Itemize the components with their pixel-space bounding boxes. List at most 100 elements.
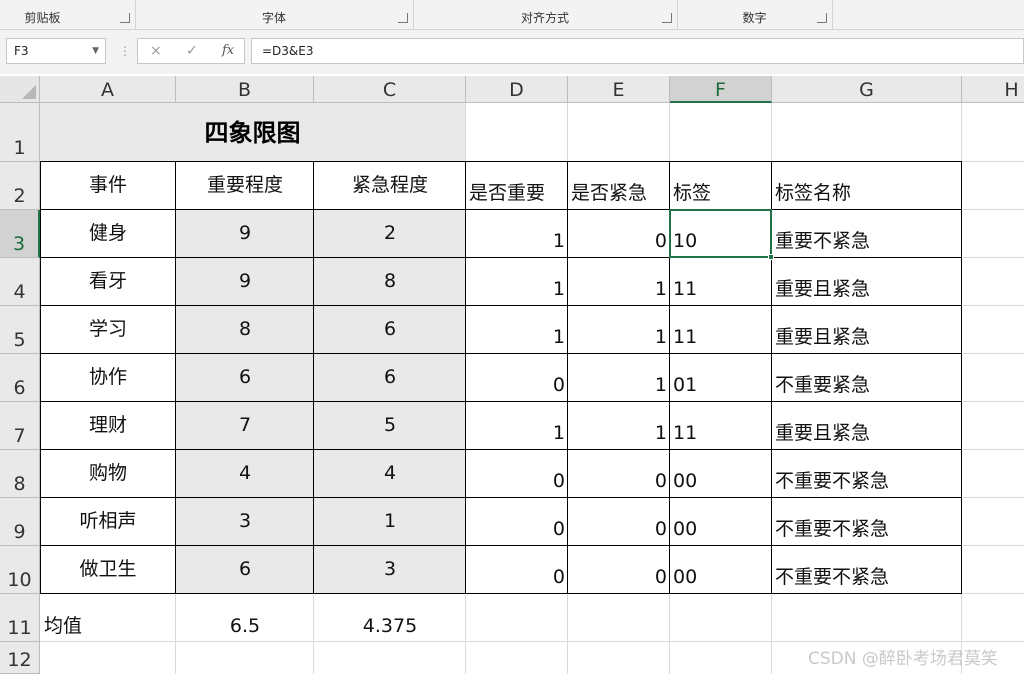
select-all-corner[interactable] <box>0 76 40 103</box>
cell-importance[interactable]: 7 <box>176 402 314 450</box>
cell-urgency[interactable]: 6 <box>314 306 466 354</box>
row-header-12[interactable]: 12 <box>0 642 40 674</box>
formula-bar-grip-icon[interactable]: ⋮ <box>119 44 131 58</box>
fill-handle[interactable] <box>768 254 774 260</box>
active-cell-selection[interactable] <box>669 209 772 258</box>
cell-is-urgent[interactable]: 1 <box>568 402 670 450</box>
cell-event[interactable]: 购物 <box>40 450 176 498</box>
cell-importance[interactable]: 9 <box>176 210 314 258</box>
cell-tag[interactable]: 11 <box>670 402 772 450</box>
cell-is-urgent[interactable]: 0 <box>568 210 670 258</box>
cell-is-important[interactable]: 0 <box>466 498 568 546</box>
cell-tag[interactable]: 01 <box>670 354 772 402</box>
cell-is-urgent[interactable]: 0 <box>568 546 670 594</box>
cell-tag-name[interactable]: 重要且紧急 <box>772 258 962 306</box>
header-tag[interactable]: 标签 <box>670 162 772 210</box>
cell-importance[interactable]: 9 <box>176 258 314 306</box>
cell-event[interactable]: 听相声 <box>40 498 176 546</box>
cell-is-urgent[interactable]: 0 <box>568 450 670 498</box>
cell-tag-name[interactable]: 不重要不紧急 <box>772 546 962 594</box>
cell-event[interactable]: 看牙 <box>40 258 176 306</box>
cell-is-urgent[interactable]: 0 <box>568 498 670 546</box>
cancel-icon[interactable]: × <box>150 39 162 63</box>
cell-is-important[interactable]: 1 <box>466 258 568 306</box>
header-tag-name[interactable]: 标签名称 <box>772 162 962 210</box>
average-urgency[interactable]: 4.375 <box>314 594 466 642</box>
sheet-title-cell[interactable]: 四象限图 <box>40 103 465 161</box>
cell-importance[interactable]: 3 <box>176 498 314 546</box>
name-box[interactable]: F3 ▼ <box>6 38 106 64</box>
insert-function-icon[interactable]: fx <box>222 39 234 63</box>
cell-urgency[interactable]: 4 <box>314 450 466 498</box>
dialog-launcher-icon[interactable] <box>662 13 672 23</box>
column-header-a[interactable]: A <box>40 76 176 103</box>
row-header-4[interactable]: 4 <box>0 258 40 306</box>
cell-urgency[interactable]: 5 <box>314 402 466 450</box>
cell-event[interactable]: 做卫生 <box>40 546 176 594</box>
column-header-f[interactable]: F <box>670 76 772 103</box>
cell-tag-name[interactable]: 重要且紧急 <box>772 402 962 450</box>
row-header-6[interactable]: 6 <box>0 354 40 402</box>
cell-tag-name[interactable]: 不重要不紧急 <box>772 450 962 498</box>
column-header-b[interactable]: B <box>176 76 314 103</box>
cell-event[interactable]: 协作 <box>40 354 176 402</box>
dialog-launcher-icon[interactable] <box>817 13 827 23</box>
row-header-11[interactable]: 11 <box>0 594 40 642</box>
dialog-launcher-icon[interactable] <box>398 13 408 23</box>
row-header-9[interactable]: 9 <box>0 498 40 546</box>
cell-urgency[interactable]: 3 <box>314 546 466 594</box>
average-importance[interactable]: 6.5 <box>176 594 314 642</box>
cell-tag[interactable]: 11 <box>670 258 772 306</box>
enter-icon[interactable]: ✓ <box>186 39 198 63</box>
cell-is-important[interactable]: 0 <box>466 354 568 402</box>
column-header-c[interactable]: C <box>314 76 466 103</box>
cell-is-important[interactable]: 1 <box>466 210 568 258</box>
column-header-g[interactable]: G <box>772 76 962 103</box>
cell-event[interactable]: 健身 <box>40 210 176 258</box>
cell-tag[interactable]: 00 <box>670 450 772 498</box>
formula-input[interactable]: =D3&E3 <box>251 38 1024 64</box>
cell-tag-name[interactable]: 重要且紧急 <box>772 306 962 354</box>
header-event[interactable]: 事件 <box>40 162 176 210</box>
row-header-10[interactable]: 10 <box>0 546 40 594</box>
header-is-urgent[interactable]: 是否紧急 <box>568 162 670 210</box>
cell-is-urgent[interactable]: 1 <box>568 354 670 402</box>
cell-urgency[interactable]: 1 <box>314 498 466 546</box>
cell-is-urgent[interactable]: 1 <box>568 258 670 306</box>
cell-event[interactable]: 学习 <box>40 306 176 354</box>
row-header-8[interactable]: 8 <box>0 450 40 498</box>
cell-tag-name[interactable]: 不重要不紧急 <box>772 498 962 546</box>
header-importance[interactable]: 重要程度 <box>176 162 314 210</box>
cell-event[interactable]: 理财 <box>40 402 176 450</box>
row-header-2[interactable]: 2 <box>0 162 40 210</box>
row-header-1[interactable]: 1 <box>0 103 40 162</box>
cell-tag[interactable]: 00 <box>670 546 772 594</box>
average-label[interactable]: 均值 <box>40 594 176 642</box>
header-urgency[interactable]: 紧急程度 <box>314 162 466 210</box>
chevron-down-icon[interactable]: ▼ <box>92 39 99 63</box>
cell-tag[interactable]: 11 <box>670 306 772 354</box>
dialog-launcher-icon[interactable] <box>120 13 130 23</box>
cell-urgency[interactable]: 6 <box>314 354 466 402</box>
cell-is-important[interactable]: 1 <box>466 402 568 450</box>
cell-is-important[interactable]: 0 <box>466 450 568 498</box>
row-header-5[interactable]: 5 <box>0 306 40 354</box>
cell-importance[interactable]: 8 <box>176 306 314 354</box>
cell-urgency[interactable]: 8 <box>314 258 466 306</box>
cell-importance[interactable]: 6 <box>176 354 314 402</box>
cell-tag-name[interactable]: 重要不紧急 <box>772 210 962 258</box>
cell-is-important[interactable]: 0 <box>466 546 568 594</box>
row-header-7[interactable]: 7 <box>0 402 40 450</box>
column-header-h[interactable]: H <box>962 76 1024 103</box>
row-header-3[interactable]: 3 <box>0 210 40 258</box>
cell-urgency[interactable]: 2 <box>314 210 466 258</box>
cell-importance[interactable]: 6 <box>176 546 314 594</box>
cell-is-important[interactable]: 1 <box>466 306 568 354</box>
cell-tag[interactable]: 00 <box>670 498 772 546</box>
cell-tag-name[interactable]: 不重要紧急 <box>772 354 962 402</box>
cell-is-urgent[interactable]: 1 <box>568 306 670 354</box>
column-header-e[interactable]: E <box>568 76 670 103</box>
cell-importance[interactable]: 4 <box>176 450 314 498</box>
header-is-important[interactable]: 是否重要 <box>466 162 568 210</box>
column-header-d[interactable]: D <box>466 76 568 103</box>
